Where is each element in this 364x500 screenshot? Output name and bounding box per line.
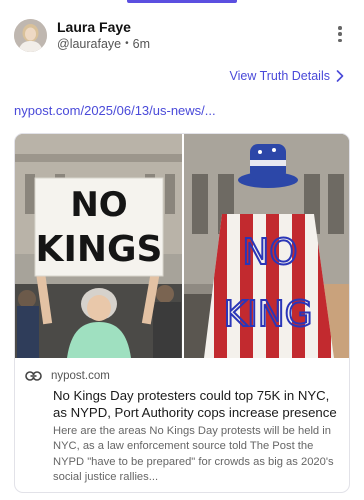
right-sign-line-2: KING <box>223 294 312 335</box>
link-icon <box>25 371 42 381</box>
left-sign-line-2: KINGS <box>36 229 163 270</box>
card-source: nypost.com <box>25 368 339 384</box>
view-truth-details-link[interactable]: View Truth Details <box>229 69 344 83</box>
view-details-label: View Truth Details <box>229 69 330 83</box>
avatar[interactable] <box>14 18 47 52</box>
meta-separator: • <box>125 37 129 49</box>
more-vertical-icon <box>338 26 342 30</box>
more-options-button[interactable] <box>332 24 348 44</box>
right-sign-line-1: NO <box>242 232 297 273</box>
more-dot <box>338 38 342 42</box>
card-description: Here are the areas No Kings Day protests… <box>53 425 334 484</box>
preview-images: NO KINGS NO KING <box>15 134 349 358</box>
left-sign-line-1: NO <box>70 185 127 225</box>
link-preview-card[interactable]: NO KINGS NO KING nypost.com No Kings Day… <box>14 133 350 493</box>
card-body: nypost.com No Kings Day protesters could… <box>25 368 339 486</box>
protest-photo-right: NO KING <box>184 134 349 358</box>
more-dot <box>338 32 342 36</box>
author-handle[interactable]: @laurafaye <box>57 36 121 52</box>
card-title[interactable]: No Kings Day protesters could top 75K in… <box>53 387 339 421</box>
post-timestamp: 6m <box>132 36 151 51</box>
post-url-link[interactable]: nypost.com/2025/06/13/us-news/... <box>14 103 216 118</box>
active-tab-indicator <box>127 0 237 3</box>
card-domain: nypost.com <box>51 370 110 382</box>
author-info: Laura Faye @laurafaye • 6m <box>57 19 150 52</box>
post-header: Laura Faye @laurafaye • 6m <box>14 16 350 54</box>
author-meta: @laurafaye • 6m <box>57 36 150 52</box>
chevron-right-icon <box>336 70 344 82</box>
author-name[interactable]: Laura Faye <box>57 19 150 36</box>
protest-photo-left: NO KINGS <box>15 134 182 358</box>
